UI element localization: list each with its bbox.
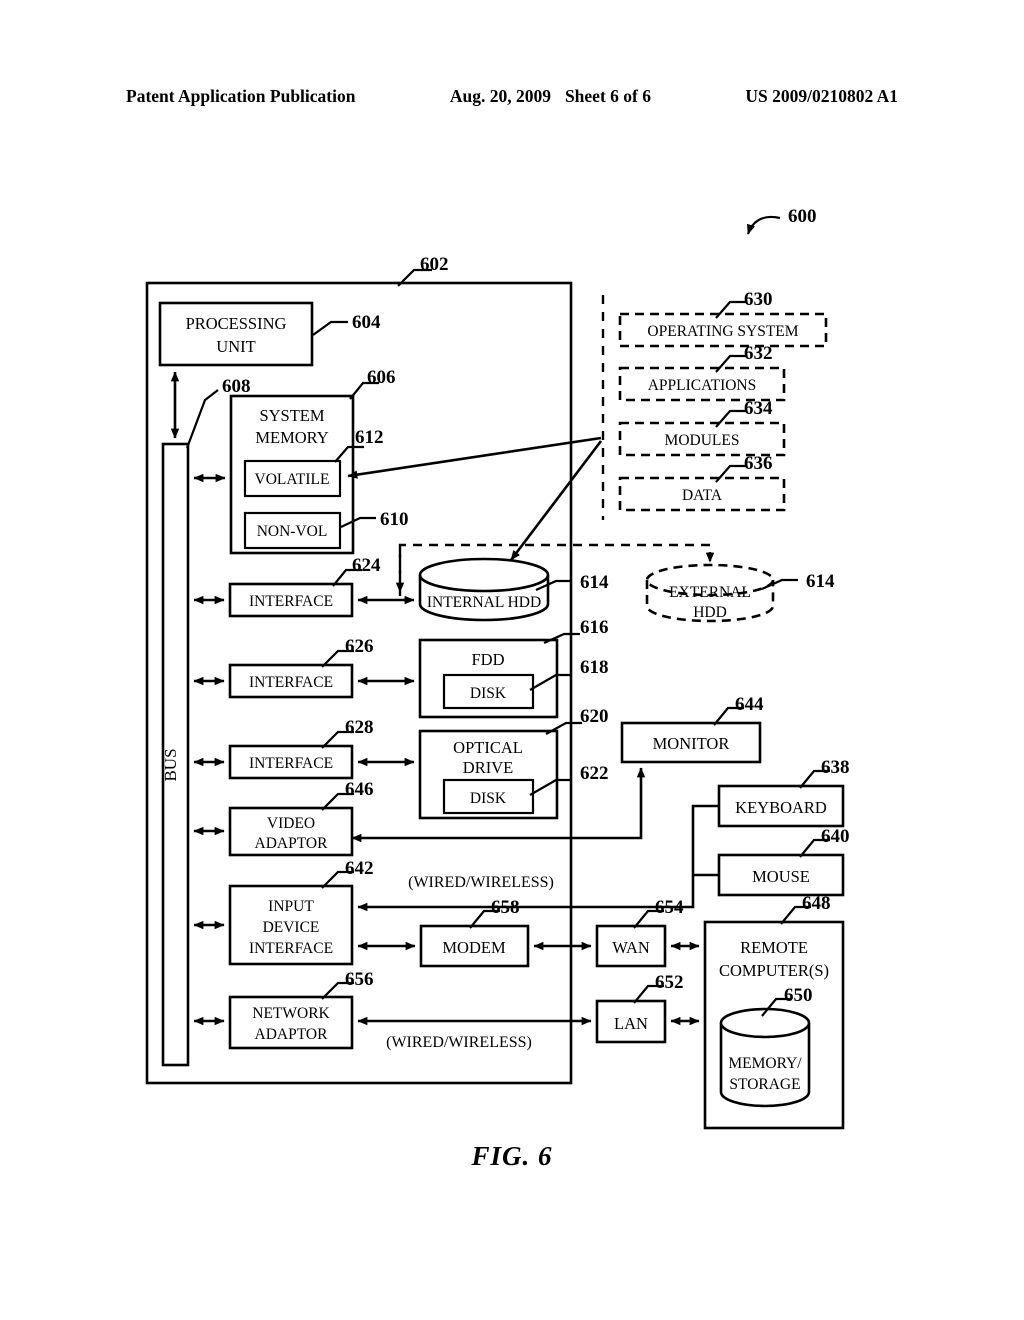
optical-drive-label-2: DRIVE	[463, 758, 513, 777]
modules-block: MODULES 634	[618, 398, 786, 457]
ref-658: 658	[491, 897, 520, 918]
ref-626: 626	[345, 636, 374, 657]
interface-fdd-label: INTERFACE	[249, 674, 333, 691]
monitor-label: MONITOR	[653, 734, 730, 753]
network-adaptor-label-2: ADAPTOR	[255, 1026, 329, 1043]
operating-system-label: OPERATING SYSTEM	[647, 323, 798, 340]
ref-606: 606	[367, 367, 396, 388]
figure-caption: FIG. 6	[471, 1141, 553, 1171]
processing-unit-label-2: UNIT	[216, 337, 255, 356]
ref-638: 638	[821, 757, 850, 778]
memory-storage-label-1: MEMORY/	[728, 1055, 802, 1072]
wan-label: WAN	[612, 938, 650, 957]
processing-unit-label-1: PROCESSING	[186, 314, 287, 333]
ref-608: 608	[222, 376, 251, 397]
wired-wireless-label-top: (WIRED/WIRELESS)	[408, 874, 554, 891]
external-hdd-label-2: HDD	[693, 604, 727, 621]
ref-654: 654	[655, 897, 684, 918]
ref-630: 630	[744, 289, 773, 310]
ref-610: 610	[380, 509, 409, 530]
mouse-block: MOUSE 640	[717, 826, 850, 897]
remote-computers-block: REMOTE COMPUTER(S) 648 MEMORY/ STORAGE 6…	[703, 893, 845, 1130]
system-ref-600: 600	[746, 206, 817, 235]
data-label: DATA	[682, 487, 723, 504]
optical-drive-label-1: OPTICAL	[453, 738, 523, 757]
input-device-interface-label-1: INPUT	[268, 898, 314, 915]
internal-hdd-block: INTERNAL HDD 614	[418, 557, 609, 622]
lan-label: LAN	[614, 1014, 648, 1033]
applications-label: APPLICATIONS	[648, 377, 757, 394]
modem-label: MODEM	[442, 938, 506, 957]
ref-624: 624	[352, 555, 381, 576]
keyboard-block: KEYBOARD 638	[717, 757, 850, 828]
ref-616: 616	[580, 617, 609, 638]
modules-label: MODULES	[665, 432, 740, 449]
ref-612: 612	[355, 427, 384, 448]
ref-644: 644	[735, 694, 764, 715]
nonvolatile-memory-label: NON-VOL	[257, 523, 328, 540]
memory-storage-label-2: STORAGE	[729, 1076, 800, 1093]
keyboard-label: KEYBOARD	[735, 798, 827, 817]
internal-hdd-cylinder-top	[418, 557, 550, 593]
ref-648: 648	[802, 893, 831, 914]
bus-label: BUS	[161, 748, 180, 781]
input-device-interface-label-3: INTERFACE	[249, 940, 333, 957]
data-block: DATA 636	[618, 453, 786, 512]
ref-622: 622	[580, 763, 609, 784]
system-memory-label-1: SYSTEM	[259, 406, 324, 425]
applications-block: APPLICATIONS 632	[618, 343, 786, 402]
ref-636: 636	[744, 453, 773, 474]
lan-block: LAN 652	[595, 972, 684, 1044]
external-hdd-block: EXTERNAL HDD 614	[645, 563, 835, 623]
interface-optical-label: INTERFACE	[249, 755, 333, 772]
remote-computers-label-2: COMPUTER(S)	[719, 961, 829, 980]
ref-652: 652	[655, 972, 684, 993]
ref-634: 634	[744, 398, 773, 419]
ref-614-internal: 614	[580, 572, 609, 593]
ref-650: 650	[784, 985, 813, 1006]
ref-604: 604	[352, 312, 381, 333]
ref-642: 642	[345, 858, 374, 879]
network-adaptor-label-1: NETWORK	[252, 1005, 330, 1022]
ref-640: 640	[821, 826, 850, 847]
ref-632: 632	[744, 343, 773, 364]
ref-callout-602: 602	[397, 254, 449, 287]
monitor-block: MONITOR 644	[620, 694, 764, 764]
ref-618: 618	[580, 657, 609, 678]
ref-646: 646	[345, 779, 374, 800]
ref-656: 656	[345, 969, 374, 990]
optical-disk-label: DISK	[470, 790, 507, 807]
ref-600: 600	[788, 206, 817, 227]
ref-620: 620	[580, 706, 609, 727]
volatile-memory-label: VOLATILE	[255, 471, 330, 488]
remote-computers-label-1: REMOTE	[740, 938, 808, 957]
operating-system-block: OPERATING SYSTEM 630	[618, 289, 828, 348]
ref-628: 628	[345, 717, 374, 738]
fdd-label: FDD	[471, 650, 504, 669]
figure-6-diagram: 600 602 PROCESSING UNIT 604 BUS 608 SYST…	[145, 206, 850, 1130]
video-adaptor-label-1: VIDEO	[267, 815, 315, 832]
external-hdd-label-1: EXTERNAL	[669, 584, 751, 601]
interface-hdd-label: INTERFACE	[249, 593, 333, 610]
fdd-disk-label: DISK	[470, 685, 507, 702]
wired-wireless-label-bottom: (WIRED/WIRELESS)	[386, 1034, 532, 1051]
input-device-interface-label-2: DEVICE	[263, 919, 320, 936]
ref-602: 602	[420, 254, 449, 275]
video-adaptor-label-2: ADAPTOR	[255, 835, 329, 852]
mouse-label: MOUSE	[752, 867, 810, 886]
internal-hdd-label: INTERNAL HDD	[427, 594, 541, 611]
system-memory-label-2: MEMORY	[255, 428, 328, 447]
ref-614-external: 614	[806, 571, 835, 592]
